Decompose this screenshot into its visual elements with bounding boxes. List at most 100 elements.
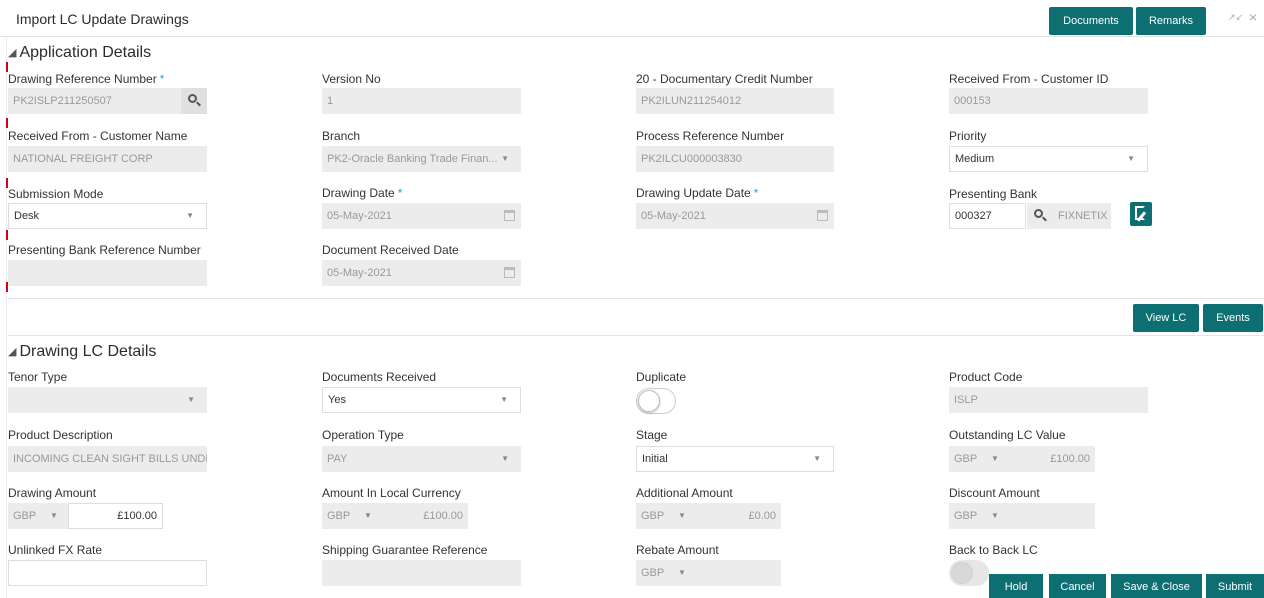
events-button[interactable]: Events [1203,304,1263,332]
required-asterisk: * [397,186,403,200]
customer-id-field: 000153 [949,88,1148,114]
shipping-guarantee-label: Shipping Guarantee Reference [322,543,488,557]
chevron-down-icon: ▼ [991,511,999,520]
drawing-update-date-field[interactable]: 05-May-2021 [636,203,834,229]
calendar-icon[interactable] [504,267,515,278]
document-received-date-label: Document Received Date [322,243,459,257]
chevron-down-icon: ▼ [501,454,509,463]
discount-amount-label: Discount Amount [949,486,1040,500]
cancel-button[interactable]: Cancel [1049,574,1106,598]
product-code-field: ISLP [949,387,1148,413]
amount-input[interactable]: £100.00 [68,503,163,529]
calendar-icon[interactable] [817,210,828,221]
chevron-down-icon: ▼ [813,454,821,463]
rebate-amount-label: Rebate Amount [636,543,719,557]
documents-button[interactable]: Documents [1049,7,1133,35]
presenting-bank-reference-field[interactable] [8,260,207,286]
collapse-icon[interactable]: ◢ [8,346,16,358]
local-currency-amount-label: Amount In Local Currency [322,486,461,500]
minimize-icon[interactable]: ↗↙ [1228,12,1243,23]
collapse-icon[interactable]: ◢ [8,47,16,59]
drawing-lc-details-header[interactable]: ◢ Drawing LC Details [8,343,156,361]
version-no-field: 1 [322,88,521,114]
search-icon[interactable] [1027,203,1053,229]
submission-mode-label: Submission Mode [8,187,104,201]
submission-mode-select[interactable]: Desk ▼ [8,203,207,229]
currency-select: GBP ▼ [8,503,68,529]
currency-select: GBP ▼ [949,503,1009,529]
submit-button[interactable]: Submit [1206,574,1264,598]
view-lc-button[interactable]: View LC [1133,304,1199,332]
presenting-bank-name: FIXNETIX [1053,203,1111,229]
window-header: Import LC Update Drawings Documents Rema… [0,0,1264,37]
customer-name-label: Received From - Customer Name [8,129,188,143]
discount-amount-field: GBP ▼ [949,503,1095,529]
currency-select: GBP ▼ [322,503,382,529]
chevron-down-icon: ▼ [501,154,509,163]
unlinked-fx-rate-input[interactable] [8,560,207,586]
amount-value: £100.00 [1003,446,1095,472]
product-description-field: INCOMING CLEAN SIGHT BILLS UNDER [8,446,207,472]
drawing-reference-field[interactable]: PK2ISLP211250507 [8,88,181,114]
drawing-amount-label: Drawing Amount [8,486,97,500]
documentary-credit-label: 20 - Documentary Credit Number [636,72,813,86]
document-received-date-field[interactable]: 05-May-2021 [322,260,521,286]
customer-name-field: NATIONAL FREIGHT CORP [8,146,207,172]
priority-label: Priority [949,129,987,143]
action-strip [8,298,1264,336]
currency-select: GBP ▼ [636,560,696,586]
chevron-down-icon: ▼ [364,511,372,520]
stage-label: Stage [636,428,668,442]
presenting-bank-reference-label: Presenting Bank Reference Number [8,243,201,257]
required-asterisk: * [159,72,165,86]
rebate-amount-field: GBP ▼ [636,560,781,586]
documents-received-select[interactable]: Yes ▼ [322,387,521,413]
error-marker [6,118,8,128]
application-details-header[interactable]: ◢ Application Details [8,44,151,62]
window-title: Import LC Update Drawings [16,11,189,27]
tenor-type-label: Tenor Type [8,370,68,384]
section-title: Application Details [19,44,152,61]
error-marker [6,62,8,72]
branch-select[interactable]: PK2-Oracle Banking Trade Finan... ▼ [322,146,521,172]
required-asterisk: * [753,186,759,200]
search-icon[interactable] [181,88,207,114]
drawing-date-field[interactable]: 05-May-2021 [322,203,521,229]
local-currency-amount-field: GBP ▼ £100.00 [322,503,468,529]
chevron-down-icon: ▼ [50,511,58,520]
back-to-back-lc-label: Back to Back LC [949,543,1038,557]
priority-select[interactable]: Medium ▼ [949,146,1148,172]
presenting-bank-field[interactable]: 000327 [949,203,1026,229]
drawing-update-date-label: Drawing Update Date * [636,186,759,200]
close-icon[interactable]: × [1249,9,1257,25]
process-reference-label: Process Reference Number [636,129,785,143]
duplicate-toggle[interactable] [636,388,676,414]
drawing-reference-label: Drawing Reference Number * [8,72,165,86]
amount-value [1009,503,1095,529]
remarks-button[interactable]: Remarks [1136,7,1206,35]
process-reference-field: PK2ILCU000003830 [636,146,834,172]
duplicate-label: Duplicate [636,370,687,384]
chevron-down-icon: ▼ [187,395,195,404]
chevron-down-icon: ▼ [500,395,508,404]
error-marker [6,230,8,240]
stage-select[interactable]: Initial ▼ [636,446,834,472]
chevron-down-icon: ▼ [1127,154,1135,163]
currency-select: GBP ▼ [636,503,696,529]
edit-document-icon[interactable] [1130,202,1152,226]
drawing-amount-field[interactable]: GBP ▼ £100.00 [8,503,163,529]
drawing-date-label: Drawing Date * [322,186,403,200]
branch-label: Branch [322,129,361,143]
version-no-label: Version No [322,72,381,86]
back-to-back-lc-toggle [949,560,989,586]
save-close-button[interactable]: Save & Close [1111,574,1202,598]
hold-button[interactable]: Hold [989,574,1043,598]
amount-value: £100.00 [382,503,468,529]
documentary-credit-field: PK2ILUN211254012 [636,88,834,114]
section-title: Drawing LC Details [19,343,157,360]
currency-select: GBP ▼ [949,446,1003,472]
amount-value: £0.00 [696,503,781,529]
calendar-icon[interactable] [504,210,515,221]
chevron-down-icon: ▼ [991,454,999,463]
product-code-label: Product Code [949,370,1023,384]
